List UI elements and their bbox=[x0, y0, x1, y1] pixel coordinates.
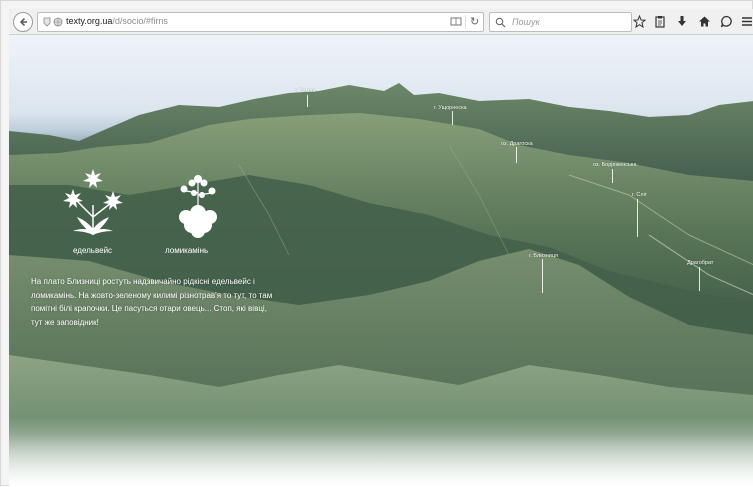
reload-icon[interactable]: ↻ bbox=[470, 15, 479, 28]
page-content: едельвейс ломикамінь На плато Близниці р… bbox=[9, 35, 753, 487]
chat-icon bbox=[720, 15, 732, 27]
edelweiss-label: едельвейс bbox=[73, 246, 113, 255]
peak-label: г. Ущорнескa bbox=[434, 105, 467, 111]
reader-icon[interactable] bbox=[450, 16, 462, 28]
info-icon[interactable] bbox=[42, 17, 52, 27]
menu-button[interactable] bbox=[740, 14, 753, 28]
search-icon bbox=[495, 17, 506, 28]
peak-pin bbox=[699, 267, 700, 291]
peak-label: оз. Драгоска bbox=[501, 141, 533, 147]
peak-pin bbox=[516, 147, 517, 163]
clipboard-button[interactable] bbox=[653, 14, 667, 28]
browser-window: texty.org.ua/d/socio/#firns ↻ Пошук едел… bbox=[0, 0, 753, 487]
globe-icon bbox=[53, 17, 63, 27]
back-button[interactable] bbox=[13, 12, 33, 32]
edelweiss-icon bbox=[63, 169, 123, 235]
menu-icon bbox=[742, 16, 752, 26]
peak-label: г. Близниця bbox=[529, 253, 558, 259]
bottom-fade bbox=[9, 417, 753, 487]
url-text[interactable]: texty.org.ua/d/socio/#firns bbox=[66, 16, 168, 26]
saxifrage-icon bbox=[179, 175, 217, 238]
home-icon bbox=[698, 16, 710, 26]
search-input[interactable]: Пошук bbox=[512, 17, 540, 27]
url-domain: texty.org.ua bbox=[66, 16, 113, 26]
url-divider bbox=[465, 15, 466, 29]
download-icon bbox=[678, 15, 686, 26]
peak-pin bbox=[637, 199, 638, 237]
saxifrage-label: ломикамінь bbox=[165, 246, 209, 255]
peak-pin bbox=[452, 111, 453, 125]
url-bar[interactable]: texty.org.ua/d/socio/#firns ↻ bbox=[37, 12, 484, 32]
peak-pin bbox=[307, 95, 308, 107]
url-path: /d/socio/#firns bbox=[112, 16, 168, 26]
peak-label: г. Сліг bbox=[632, 192, 647, 198]
peak-label: оз. Борjеженська bbox=[593, 162, 637, 168]
peak-pin bbox=[612, 169, 613, 183]
clipboard-icon bbox=[655, 15, 665, 28]
peak-pin bbox=[542, 259, 543, 293]
search-box[interactable]: Пошук bbox=[489, 12, 632, 32]
browser-toolbar: texty.org.ua/d/socio/#firns ↻ Пошук bbox=[9, 9, 753, 35]
star-icon bbox=[632, 14, 646, 28]
download-button[interactable] bbox=[675, 14, 689, 28]
chat-button[interactable] bbox=[719, 14, 733, 28]
story-text: На плато Близниці ростуть надзвичайно рі… bbox=[31, 277, 273, 327]
home-button[interactable] bbox=[697, 14, 711, 28]
back-icon bbox=[19, 17, 27, 27]
peak-label: Драгобрат bbox=[687, 260, 714, 266]
bookmark-button[interactable] bbox=[632, 14, 646, 28]
peak-label: г. Тимпа bbox=[295, 88, 316, 94]
